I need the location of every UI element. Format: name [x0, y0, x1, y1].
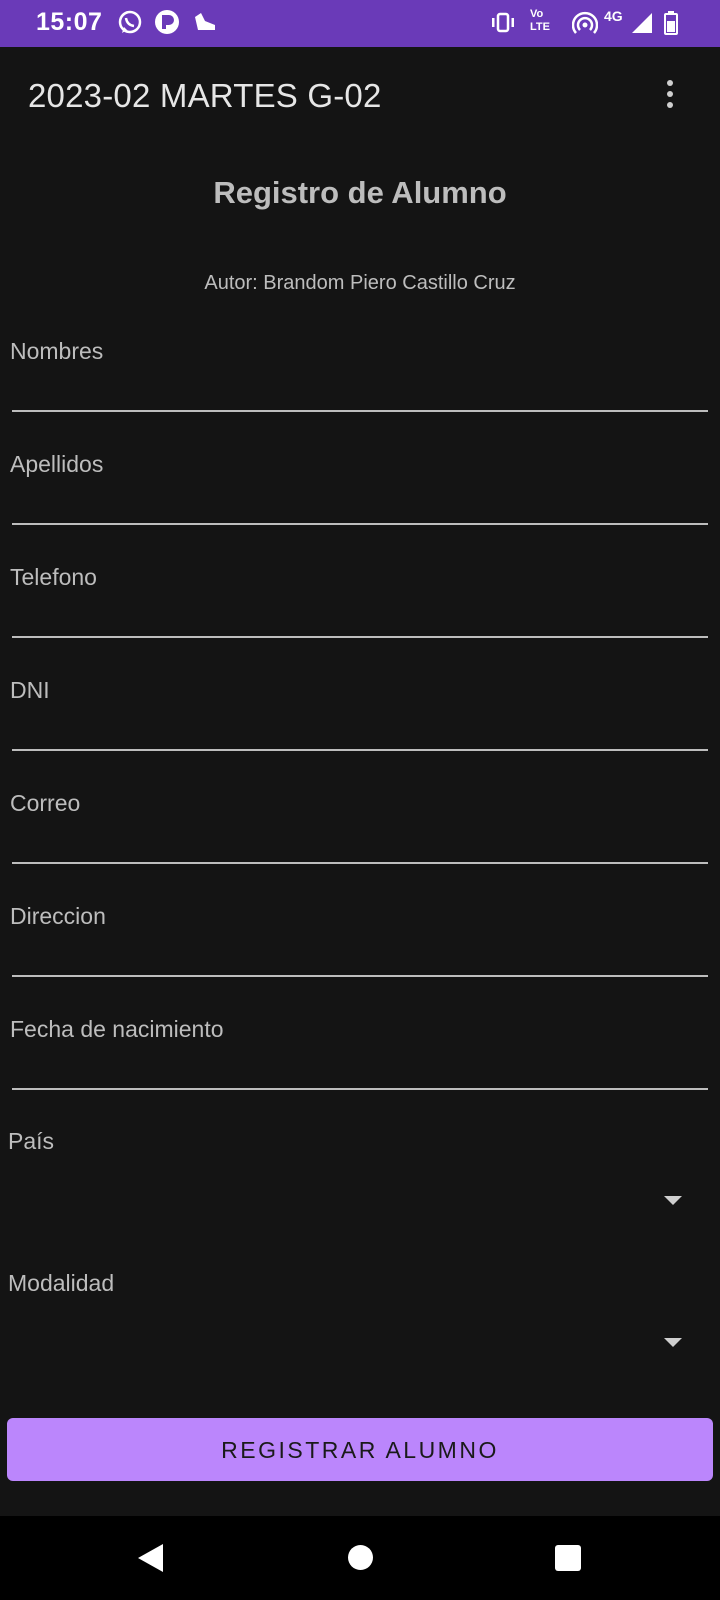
volte-bottom-text: LTE	[530, 21, 550, 33]
app-title: 2023-02 MARTES G-02	[28, 77, 382, 114]
dropdown-arrow-icon	[664, 1196, 682, 1205]
status-time: 15:07	[36, 8, 103, 36]
volte-icon: Vo LTE	[530, 8, 558, 34]
nombres-input[interactable]	[12, 374, 708, 412]
correo-input[interactable]	[12, 826, 708, 864]
status-bar: 15:07 Vo LTE 4G	[0, 0, 720, 47]
pais-spinner[interactable]	[8, 1168, 712, 1228]
fecha-nacimiento-underline	[12, 1088, 708, 1090]
modalidad-spinner-block: Modalidad	[8, 1270, 712, 1380]
telefono-label: Telefono	[10, 564, 97, 590]
vibrate-icon	[492, 12, 514, 33]
home-icon[interactable]	[348, 1545, 373, 1570]
menu-dot	[667, 91, 673, 97]
pais-label: País	[8, 1128, 55, 1154]
menu-dot	[667, 102, 673, 108]
modalidad-label: Modalidad	[8, 1270, 115, 1296]
menu-dot	[667, 80, 673, 86]
telefono-underline	[12, 636, 708, 638]
nombres-underline	[12, 410, 708, 412]
navigation-bar	[0, 1516, 720, 1600]
signal-4g-icon	[632, 13, 652, 33]
modalidad-spinner[interactable]	[8, 1310, 712, 1370]
shoe-icon	[195, 13, 215, 30]
nombres-label: Nombres	[10, 338, 104, 364]
fecha-nacimiento-field: Fecha de nacimiento	[10, 1016, 708, 1106]
form-author: Autor: Brandom Piero Castillo Cruz	[204, 272, 516, 294]
recents-icon[interactable]	[555, 1545, 581, 1571]
whatsapp-icon	[118, 10, 142, 34]
dni-label: DNI	[10, 677, 50, 703]
direccion-field: Direccion	[10, 903, 708, 993]
telefono-input[interactable]	[12, 600, 708, 638]
form-title: Registro de Alumno	[213, 175, 507, 210]
signal-4g-label: 4G	[604, 8, 623, 24]
apellidos-label: Apellidos	[10, 451, 104, 477]
telefono-field: Telefono	[10, 564, 708, 654]
direccion-label: Direccion	[10, 903, 106, 929]
registrar-alumno-button[interactable]: REGISTRAR ALUMNO	[7, 1418, 713, 1481]
volte-top-text: Vo	[530, 8, 544, 20]
hotspot-icon	[572, 11, 598, 34]
direccion-input[interactable]	[12, 939, 708, 977]
dni-field: DNI	[10, 677, 708, 767]
correo-underline	[12, 862, 708, 864]
app-bar: 2023-02 MARTES G-02	[0, 47, 720, 147]
more-vert-icon[interactable]	[658, 75, 682, 119]
pais-spinner-block: País	[8, 1128, 712, 1238]
fecha-nacimiento-label: Fecha de nacimiento	[10, 1016, 224, 1042]
dropdown-arrow-icon	[664, 1338, 682, 1347]
battery-icon	[664, 11, 678, 35]
apellidos-input[interactable]	[12, 487, 708, 525]
correo-label: Correo	[10, 790, 81, 816]
app-notification-icon	[155, 10, 179, 34]
apellidos-field: Apellidos	[10, 451, 708, 541]
apellidos-underline	[12, 523, 708, 525]
nombres-field: Nombres	[10, 338, 708, 428]
back-icon[interactable]	[138, 1544, 163, 1572]
direccion-underline	[12, 975, 708, 977]
dni-input[interactable]	[12, 713, 708, 751]
correo-field: Correo	[10, 790, 708, 880]
dni-underline	[12, 749, 708, 751]
fecha-nacimiento-input[interactable]	[12, 1052, 708, 1090]
